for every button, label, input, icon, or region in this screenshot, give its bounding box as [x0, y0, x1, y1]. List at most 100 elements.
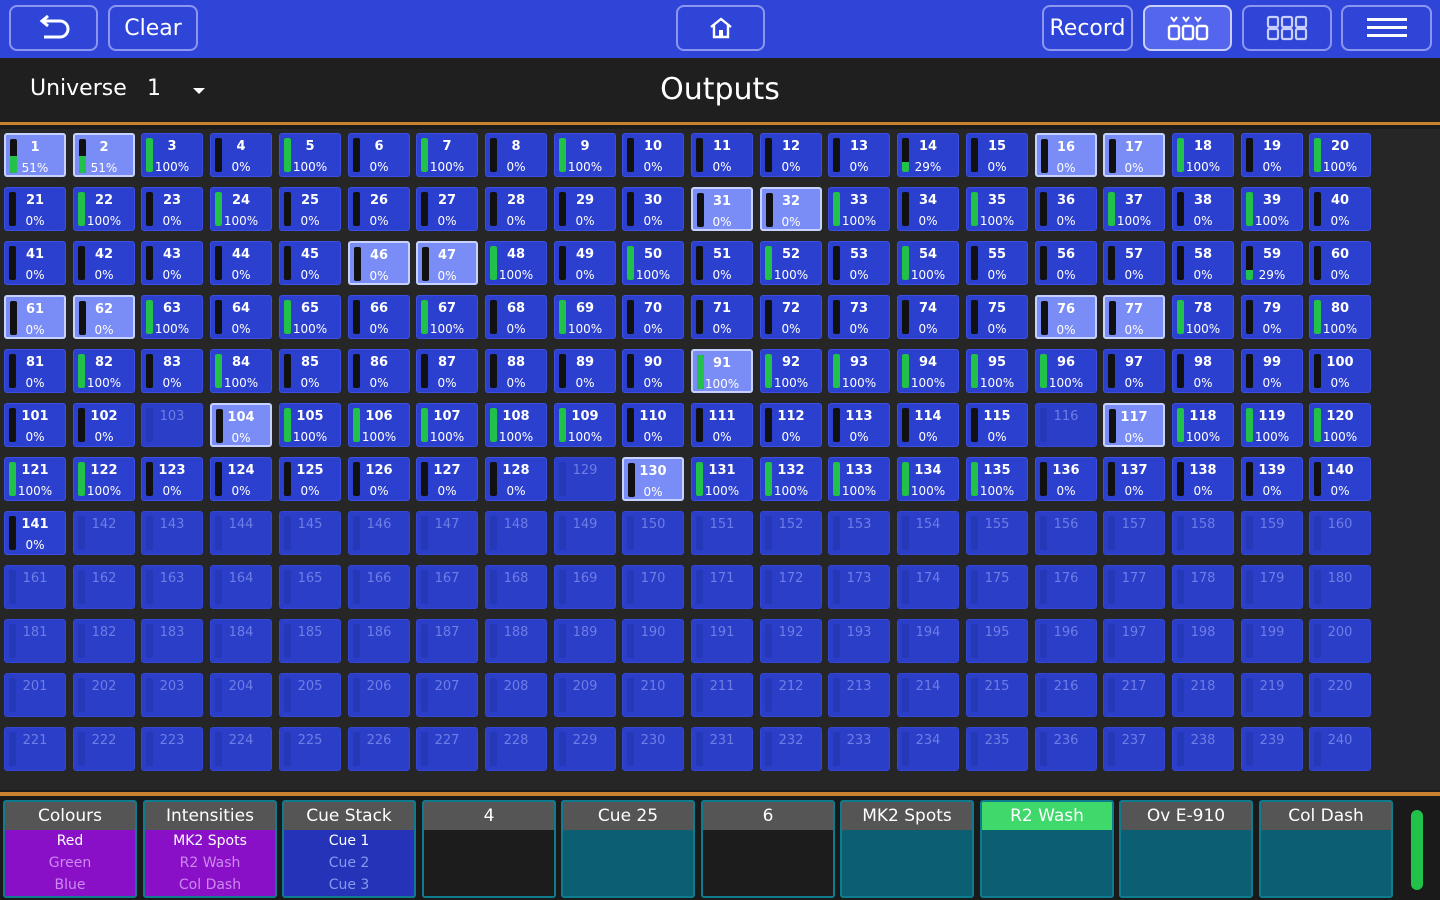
channel-cell[interactable]: 201: [4, 673, 66, 717]
channel-cell[interactable]: 58 0%: [1172, 241, 1234, 285]
channel-cell[interactable]: 51 0%: [691, 241, 753, 285]
channel-cell[interactable]: 98 0%: [1172, 349, 1234, 393]
channel-cell[interactable]: 34 0%: [897, 187, 959, 231]
channel-cell[interactable]: 158: [1172, 511, 1234, 555]
channel-cell[interactable]: 192: [760, 619, 822, 663]
channel-cell[interactable]: 220: [1309, 673, 1371, 717]
channel-cell[interactable]: 190: [622, 619, 684, 663]
channel-cell[interactable]: 84 100%: [210, 349, 272, 393]
channel-cell[interactable]: 102 0%: [73, 403, 135, 447]
channel-cell[interactable]: 96 100%: [1035, 349, 1097, 393]
channel-cell[interactable]: 231: [691, 727, 753, 771]
channel-cell[interactable]: 149: [554, 511, 616, 555]
channel-cell[interactable]: 207: [416, 673, 478, 717]
channel-cell[interactable]: 24 100%: [210, 187, 272, 231]
channel-cell[interactable]: 148: [485, 511, 547, 555]
channel-cell[interactable]: 64 0%: [210, 295, 272, 339]
channel-cell[interactable]: 13 0%: [828, 133, 890, 177]
channel-cell[interactable]: 4 0%: [210, 133, 272, 177]
channel-cell[interactable]: 124 0%: [210, 457, 272, 501]
channel-cell[interactable]: 52 100%: [760, 241, 822, 285]
channel-cell[interactable]: 103: [141, 403, 203, 447]
channel-cell[interactable]: 6 0%: [348, 133, 410, 177]
channel-cell[interactable]: 63 100%: [141, 295, 203, 339]
channel-cell[interactable]: 44 0%: [210, 241, 272, 285]
channel-cell[interactable]: 39 100%: [1241, 187, 1303, 231]
channel-cell[interactable]: 182: [73, 619, 135, 663]
channel-cell[interactable]: 85 0%: [279, 349, 341, 393]
channel-cell[interactable]: 152: [760, 511, 822, 555]
channel-cell[interactable]: 41 0%: [4, 241, 66, 285]
clear-button[interactable]: Clear: [108, 5, 198, 51]
channel-cell[interactable]: 107 100%: [416, 403, 478, 447]
channel-cell[interactable]: 154: [897, 511, 959, 555]
channel-cell[interactable]: 213: [828, 673, 890, 717]
channel-cell[interactable]: 27 0%: [416, 187, 478, 231]
channel-cell[interactable]: 73 0%: [828, 295, 890, 339]
channel-cell[interactable]: 43 0%: [141, 241, 203, 285]
channel-cell[interactable]: 178: [1172, 565, 1234, 609]
channel-cell[interactable]: 239: [1241, 727, 1303, 771]
channel-cell[interactable]: 65 100%: [279, 295, 341, 339]
channel-cell[interactable]: 225: [279, 727, 341, 771]
channel-cell[interactable]: 133 100%: [828, 457, 890, 501]
channel-cell[interactable]: 171: [691, 565, 753, 609]
channel-cell[interactable]: 194: [897, 619, 959, 663]
home-button[interactable]: [676, 5, 765, 51]
channel-cell[interactable]: 198: [1172, 619, 1234, 663]
channel-cell[interactable]: 203: [141, 673, 203, 717]
channel-cell[interactable]: 15 0%: [966, 133, 1028, 177]
channel-cell[interactable]: 212: [760, 673, 822, 717]
channel-cell[interactable]: 89 0%: [554, 349, 616, 393]
channel-cell[interactable]: 164: [210, 565, 272, 609]
channel-cell[interactable]: 223: [141, 727, 203, 771]
channel-grid[interactable]: 1 51% 2 51% 3 100% 4 0% 5 100% 6 0% 7 100% 8 0% 9 100% 10 0…: [0, 129, 1440, 790]
channel-cell[interactable]: 189: [554, 619, 616, 663]
channel-cell[interactable]: 151: [691, 511, 753, 555]
channel-cell[interactable]: 181: [4, 619, 66, 663]
channel-cell[interactable]: 169: [554, 565, 616, 609]
channel-cell[interactable]: 233: [828, 727, 890, 771]
channel-cell[interactable]: 160: [1309, 511, 1371, 555]
channel-cell[interactable]: 40 0%: [1309, 187, 1371, 231]
channels-view-button[interactable]: [1143, 5, 1232, 51]
channel-cell[interactable]: 90 0%: [622, 349, 684, 393]
channel-cell[interactable]: 75 0%: [966, 295, 1028, 339]
channel-cell[interactable]: 19 0%: [1241, 133, 1303, 177]
channel-cell[interactable]: 147: [416, 511, 478, 555]
channel-cell[interactable]: 214: [897, 673, 959, 717]
playback-slot[interactable]: Intensities MK2 Spots R2 Wash Col Dash: [143, 800, 277, 898]
channel-cell[interactable]: 177: [1103, 565, 1165, 609]
channel-cell[interactable]: 183: [141, 619, 203, 663]
channel-cell[interactable]: 235: [966, 727, 1028, 771]
channel-cell[interactable]: 196: [1035, 619, 1097, 663]
channel-cell[interactable]: 162: [73, 565, 135, 609]
channel-cell[interactable]: 163: [141, 565, 203, 609]
channel-cell[interactable]: 215: [966, 673, 1028, 717]
channel-cell[interactable]: 145: [279, 511, 341, 555]
channel-cell[interactable]: 195: [966, 619, 1028, 663]
channel-cell[interactable]: 141 0%: [4, 511, 66, 555]
channel-cell[interactable]: 232: [760, 727, 822, 771]
channel-cell[interactable]: 105 100%: [279, 403, 341, 447]
playback-slot[interactable]: R2 Wash: [980, 800, 1114, 898]
channel-cell[interactable]: 137 0%: [1103, 457, 1165, 501]
channel-cell[interactable]: 205: [279, 673, 341, 717]
channel-cell[interactable]: 17 0%: [1103, 133, 1165, 177]
channel-cell[interactable]: 126 0%: [348, 457, 410, 501]
channel-cell[interactable]: 139 0%: [1241, 457, 1303, 501]
channel-cell[interactable]: 82 100%: [73, 349, 135, 393]
channel-cell[interactable]: 115 0%: [966, 403, 1028, 447]
channel-cell[interactable]: 25 0%: [279, 187, 341, 231]
channel-cell[interactable]: 218: [1172, 673, 1234, 717]
playback-slot[interactable]: Col Dash: [1259, 800, 1393, 898]
channel-cell[interactable]: 47 0%: [416, 241, 478, 285]
channel-cell[interactable]: 99 0%: [1241, 349, 1303, 393]
channel-cell[interactable]: 81 0%: [4, 349, 66, 393]
grid-view-button[interactable]: [1242, 5, 1332, 51]
channel-cell[interactable]: 69 100%: [554, 295, 616, 339]
playback-slot[interactable]: Ov E-910: [1119, 800, 1253, 898]
channel-cell[interactable]: 53 0%: [828, 241, 890, 285]
record-button[interactable]: Record: [1042, 5, 1133, 51]
channel-cell[interactable]: 22 100%: [73, 187, 135, 231]
